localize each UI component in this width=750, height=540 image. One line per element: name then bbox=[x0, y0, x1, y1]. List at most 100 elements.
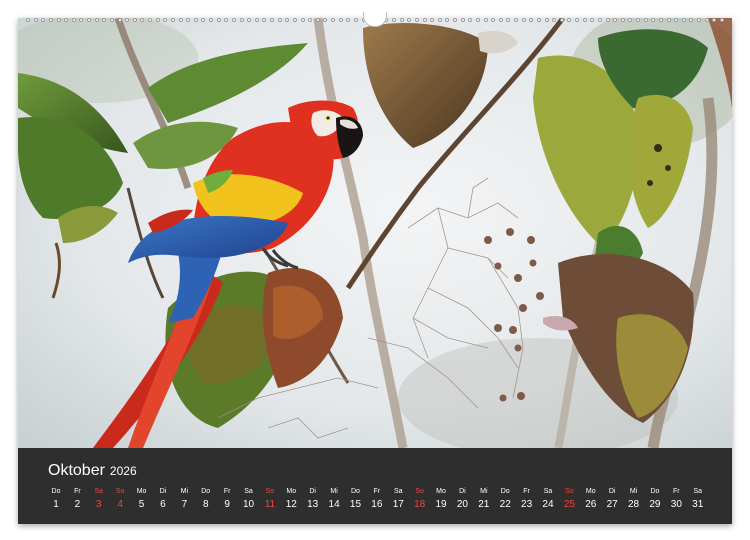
day-cell: Di 27 bbox=[602, 487, 622, 519]
day-number: 29 bbox=[649, 499, 661, 510]
month-title: Oktober 2026 bbox=[48, 462, 137, 480]
day-number: 4 bbox=[117, 499, 123, 510]
binding-ring bbox=[308, 18, 313, 22]
day-cell: Sa 17 bbox=[388, 487, 408, 519]
binding-ring bbox=[48, 18, 53, 22]
binding-ring bbox=[64, 18, 69, 22]
weekday-label: Mo bbox=[436, 488, 446, 495]
binding-ring bbox=[613, 18, 618, 22]
binding-ring bbox=[109, 18, 114, 22]
binding-ring bbox=[407, 18, 412, 22]
binding-ring bbox=[270, 18, 274, 22]
weekday-label: So bbox=[415, 488, 424, 495]
binding-ring bbox=[475, 18, 480, 22]
weekday-label: Fr bbox=[74, 488, 81, 495]
day-cell: Di 13 bbox=[303, 487, 323, 519]
day-cell: Mo 26 bbox=[581, 487, 601, 519]
weekday-label: Sa bbox=[543, 488, 553, 495]
binding-ring bbox=[666, 18, 671, 22]
day-cell: Sa 3 bbox=[89, 487, 109, 519]
day-cell: Do 8 bbox=[196, 487, 216, 519]
binding-ring bbox=[567, 18, 572, 22]
binding-ring bbox=[178, 18, 183, 22]
weekday-label: So bbox=[115, 488, 125, 495]
weekday-label: Sa bbox=[393, 488, 403, 495]
day-cell: Fr 23 bbox=[517, 487, 537, 519]
day-cell: So 4 bbox=[110, 487, 130, 519]
binding-ring bbox=[437, 18, 442, 22]
binding-ring bbox=[163, 18, 168, 22]
binding-ring bbox=[285, 18, 290, 22]
day-number: 25 bbox=[563, 499, 575, 510]
binding-ring bbox=[704, 18, 709, 22]
day-cell: Sa 10 bbox=[239, 487, 259, 519]
weekday-label: So bbox=[265, 488, 275, 495]
binding-ring bbox=[148, 18, 152, 22]
binding-ring bbox=[239, 18, 244, 22]
binding-ring bbox=[346, 18, 351, 22]
day-number: 13 bbox=[307, 499, 319, 510]
day-cell: Do 15 bbox=[345, 487, 365, 519]
binding-ring bbox=[491, 18, 496, 22]
binding-ring bbox=[338, 18, 343, 22]
binding-ring bbox=[498, 18, 503, 22]
day-number: 23 bbox=[521, 499, 533, 510]
binding-ring bbox=[323, 18, 328, 22]
binding-ring bbox=[353, 18, 358, 22]
day-number: 19 bbox=[435, 499, 447, 510]
day-cell: Fr 30 bbox=[666, 487, 686, 519]
weekday-label: So bbox=[565, 488, 574, 495]
day-cell: Mo 12 bbox=[281, 487, 301, 519]
binding-ring bbox=[231, 18, 236, 22]
binding-ring bbox=[529, 18, 534, 22]
day-number: 28 bbox=[627, 499, 640, 510]
day-cell: Di 6 bbox=[153, 487, 173, 519]
weekday-label: Di bbox=[608, 488, 616, 495]
binding-ring bbox=[636, 18, 640, 22]
binding-ring bbox=[132, 18, 137, 22]
binding-ring bbox=[582, 18, 587, 22]
binding-ring bbox=[658, 18, 663, 22]
calendar-grid: Oktober 2026 Do 1 Fr 2 Sa 3 So 4 Mo 5 Di 6 Mi 7 Do 8 Fr 9 S… bbox=[18, 448, 732, 524]
binding-ring bbox=[536, 18, 541, 22]
binding-ring bbox=[193, 18, 198, 22]
day-number: 24 bbox=[542, 499, 554, 510]
binding-ring bbox=[468, 18, 473, 22]
binding-ring bbox=[87, 18, 91, 22]
day-number: 6 bbox=[160, 499, 166, 510]
binding-ring bbox=[430, 18, 435, 22]
binding-ring bbox=[201, 18, 206, 22]
scarlet-macaw-illustration bbox=[18, 18, 732, 448]
binding-ring bbox=[590, 18, 595, 22]
binding-ring bbox=[125, 18, 130, 22]
binding-ring bbox=[575, 18, 579, 22]
binding-ring bbox=[506, 18, 511, 22]
day-number: 10 bbox=[242, 499, 255, 510]
year-label: 2026 bbox=[109, 464, 137, 478]
binding-ring bbox=[33, 18, 38, 22]
day-number: 18 bbox=[414, 499, 426, 510]
calendar-photo bbox=[18, 18, 732, 448]
day-number: 1 bbox=[53, 499, 59, 510]
weekday-label: Di bbox=[159, 488, 167, 495]
day-cell: Sa 31 bbox=[688, 487, 708, 519]
binding-ring bbox=[399, 18, 404, 22]
binding-ring bbox=[140, 18, 145, 22]
binding-ring bbox=[277, 18, 282, 22]
binding-ring bbox=[41, 18, 46, 22]
binding-ring bbox=[94, 18, 99, 22]
binding-ring bbox=[186, 18, 191, 22]
day-cell: Di 20 bbox=[452, 487, 472, 519]
weekday-label: Di bbox=[309, 488, 316, 495]
binding-ring bbox=[414, 18, 419, 22]
weekday-label: Mi bbox=[330, 488, 338, 495]
day-number: 31 bbox=[692, 499, 704, 510]
binding-ring bbox=[544, 18, 549, 22]
binding-ring bbox=[651, 18, 656, 22]
day-cell: Mi 14 bbox=[324, 487, 344, 519]
binding-ring bbox=[216, 18, 221, 22]
binding-ring bbox=[521, 18, 526, 22]
binding-ring bbox=[597, 18, 602, 22]
binding-ring bbox=[620, 18, 625, 22]
day-cell: Mi 7 bbox=[174, 487, 194, 519]
